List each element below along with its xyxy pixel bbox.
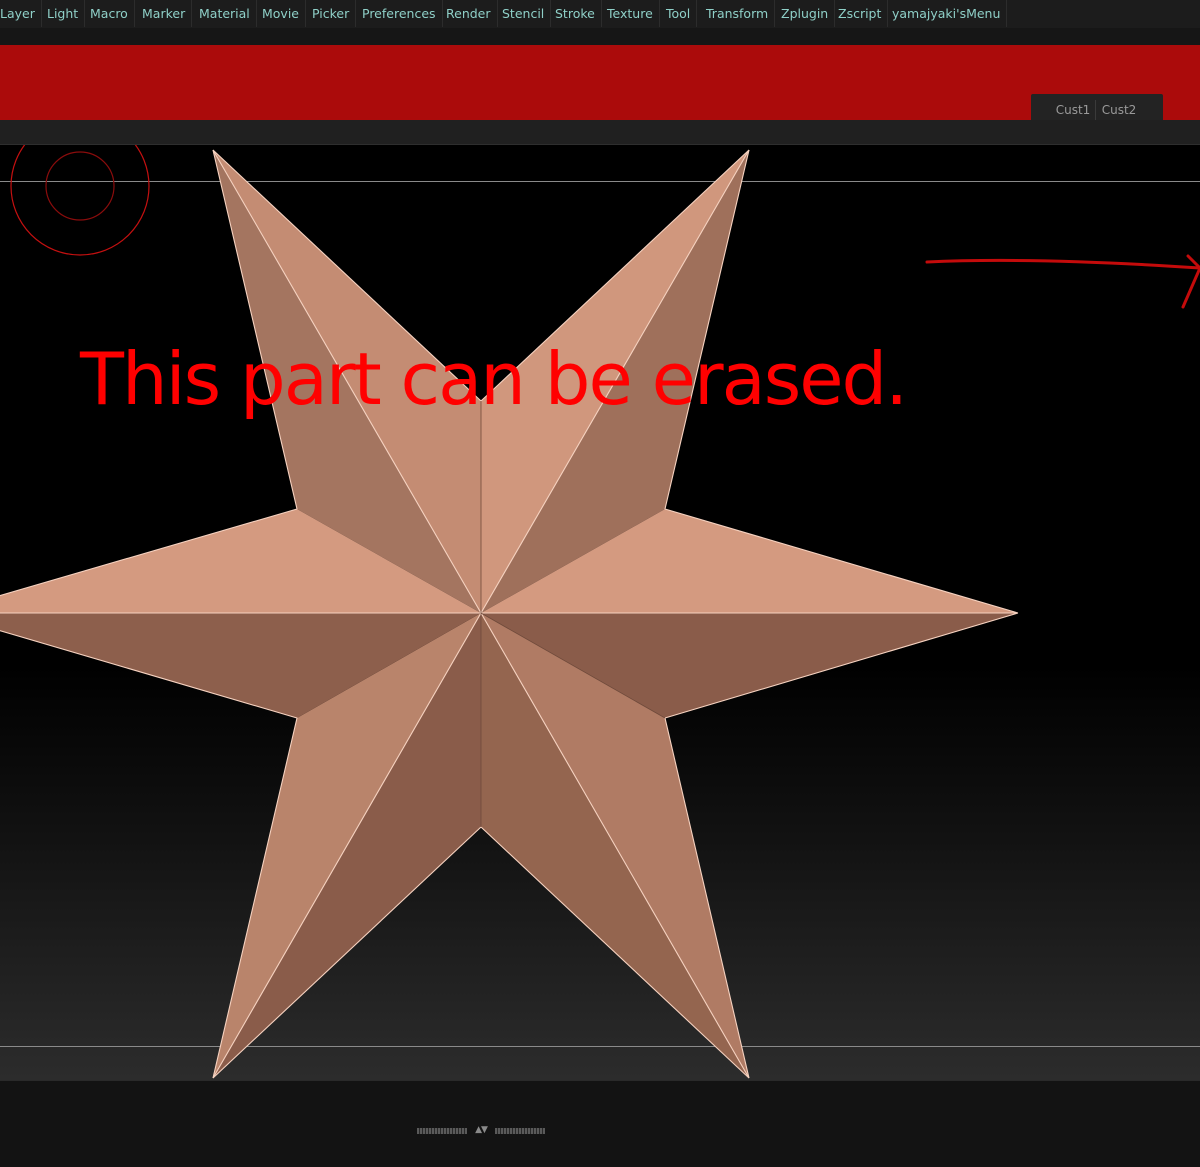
menu-picker[interactable]: Picker (312, 0, 357, 27)
menu-stroke[interactable]: Stroke (555, 0, 602, 27)
grip-right (495, 1128, 545, 1134)
menu-zplugin[interactable]: Zplugin (781, 0, 836, 27)
zbrush-window: Layer Light Macro Marker Material Movie … (0, 0, 1200, 1167)
menu-texture[interactable]: Texture (607, 0, 660, 27)
menu-movie[interactable]: Movie (262, 0, 306, 27)
top-shelf (0, 28, 1200, 45)
menu-preferences[interactable]: Preferences (362, 0, 443, 27)
main-menu-bar: Layer Light Macro Marker Material Movie … (0, 0, 1200, 29)
bottom-tray: ▲▼ (0, 1080, 1200, 1167)
menu-marker[interactable]: Marker (142, 0, 193, 27)
menu-tool[interactable]: Tool (666, 0, 698, 27)
menu-material[interactable]: Material (199, 0, 257, 27)
menu-layer[interactable]: Layer (0, 0, 42, 27)
custom-ui-tabs: Cust1 Cust2 (1031, 94, 1163, 120)
menu-custom[interactable]: yamajyaki'sMenu (892, 0, 1008, 27)
tab-cust2[interactable]: Cust2 (1097, 100, 1141, 120)
tab-cust1[interactable]: Cust1 (1051, 100, 1096, 120)
grip-left (417, 1128, 467, 1134)
erased-area-overlay (0, 45, 1200, 120)
menu-macro[interactable]: Macro (90, 0, 135, 27)
up-down-arrows-icon: ▲▼ (475, 1125, 488, 1135)
menu-stencil[interactable]: Stencil (502, 0, 552, 27)
menu-light[interactable]: Light (47, 0, 86, 27)
viewport-svg (0, 145, 1200, 1079)
menu-render[interactable]: Render (446, 0, 498, 27)
brush-circle-icon (10, 145, 150, 256)
annotation-arrow-icon (925, 254, 1200, 309)
menu-transform[interactable]: Transform (706, 0, 776, 27)
annotation-text: This part can be erased. (80, 337, 908, 421)
menu-zscript[interactable]: Zscript (838, 0, 889, 27)
document-canvas[interactable]: This part can be erased. (0, 145, 1200, 1080)
document-strip (0, 120, 1200, 145)
resize-handle-icon[interactable]: ▲▼ (417, 1125, 545, 1137)
star-mesh[interactable] (0, 149, 1019, 1079)
